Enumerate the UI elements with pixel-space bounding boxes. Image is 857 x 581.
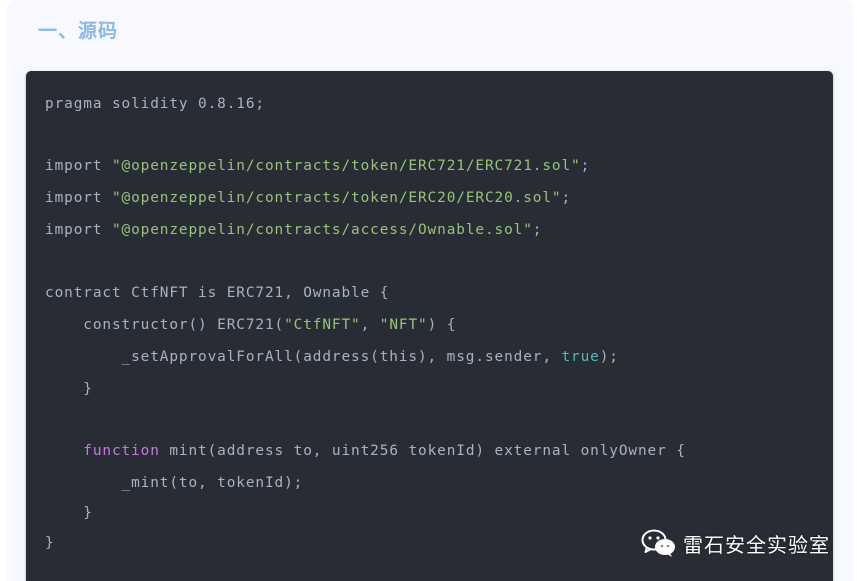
code-line: } xyxy=(45,504,93,522)
code-token-plain: _setApprovalForAll(address(this), msg.se… xyxy=(45,349,562,365)
code-token-plain: } xyxy=(45,535,55,551)
code-token-plain: mint(address to, uint256 tokenId) extern… xyxy=(159,443,686,459)
code-line: import "@openzeppelin/contracts/token/ER… xyxy=(45,157,590,175)
code-token-literal: true xyxy=(561,349,600,365)
code-token-plain: ; xyxy=(580,158,591,174)
code-line: pragma solidity 0.8.16; xyxy=(45,95,265,113)
watermark-text: 雷石安全实验室 xyxy=(683,532,830,557)
code-token-plain: ; xyxy=(532,222,543,238)
code-token-plain: } xyxy=(45,505,93,521)
code-line: } xyxy=(45,534,55,552)
code-token-plain: } xyxy=(45,381,93,397)
code-line: import "@openzeppelin/contracts/access/O… xyxy=(45,221,542,239)
code-token-plain: constructor() ERC721( xyxy=(45,317,285,333)
code-token-plain: _mint(to, tokenId); xyxy=(45,475,304,491)
watermark: 雷石安全实验室 xyxy=(641,527,830,559)
code-token-plain: ; xyxy=(561,190,572,206)
code-line: function mint(address to, uint256 tokenI… xyxy=(45,442,686,460)
code-token-string: "CtfNFT" xyxy=(284,317,361,333)
code-token-plain: import xyxy=(45,222,112,238)
code-token-string: "NFT" xyxy=(379,317,428,333)
code-token-string: "@openzeppelin/contracts/access/Ownable.… xyxy=(111,222,533,238)
code-token-plain: contract CtfNFT is ERC721, Ownable { xyxy=(45,285,390,301)
code-line: constructor() ERC721("CtfNFT", "NFT") { xyxy=(45,316,456,334)
code-token-plain: ); xyxy=(599,349,619,365)
page: 一、源码 pragma solidity 0.8.16; import "@ope… xyxy=(0,0,857,581)
code-token-plain: pragma solidity 0.8.16; xyxy=(45,96,265,112)
code-token-string: "@openzeppelin/contracts/token/ERC721/ER… xyxy=(111,158,581,174)
code-line: } xyxy=(45,380,93,398)
section-title: 一、源码 xyxy=(38,20,119,42)
code-block: pragma solidity 0.8.16; import "@openzepp… xyxy=(26,71,833,581)
code-token-plain: ) { xyxy=(427,317,457,333)
code-token-string: "@openzeppelin/contracts/token/ERC20/ERC… xyxy=(111,190,562,206)
code-line: _setApprovalForAll(address(this), msg.se… xyxy=(45,348,619,366)
code-line: contract CtfNFT is ERC721, Ownable { xyxy=(45,284,389,302)
code-token-keyword: function xyxy=(83,443,160,459)
code-token-plain: import xyxy=(45,158,112,174)
code-token-plain: import xyxy=(45,190,112,206)
wechat-icon xyxy=(641,529,675,557)
code-token-plain: , xyxy=(360,317,380,333)
code-line: _mint(to, tokenId); xyxy=(45,474,303,492)
code-line: import "@openzeppelin/contracts/token/ER… xyxy=(45,189,571,207)
